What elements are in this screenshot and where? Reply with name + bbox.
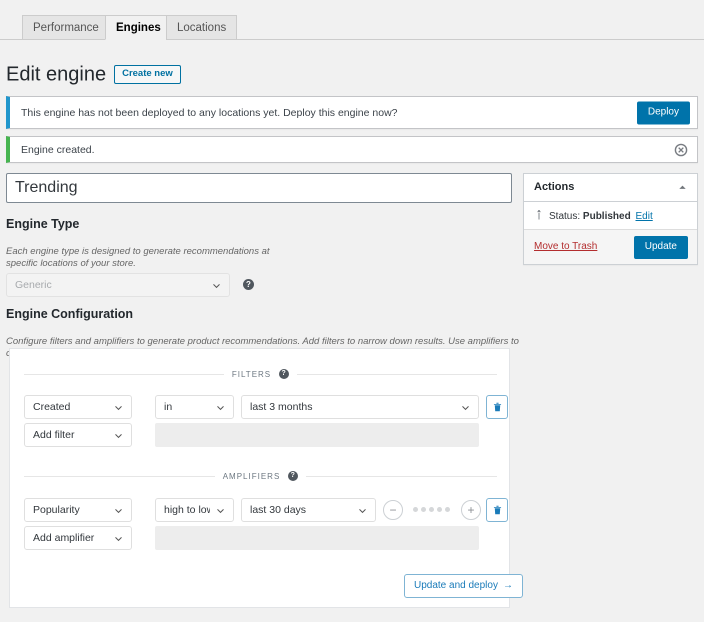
add-amplifier-row: Add amplifier (24, 526, 497, 550)
chevron-down-icon (217, 405, 224, 410)
weight-dot (445, 507, 450, 512)
amplifier-field-value: Popularity (33, 504, 80, 516)
status-label: Status: (549, 211, 581, 222)
amplifiers-divider-label: AMPLIFIERS (222, 471, 281, 481)
weight-indicator (413, 507, 450, 512)
amplifier-direction-value: high to low (164, 504, 210, 516)
move-to-trash-link[interactable]: Move to Trash (534, 241, 597, 252)
filter-operator-value: in (164, 401, 173, 413)
weight-dot (437, 507, 442, 512)
chevron-down-icon (462, 405, 469, 410)
add-filter-placeholder (155, 423, 479, 447)
engine-type-description: Each engine type is designed to generate… (6, 245, 270, 269)
engine-type-select[interactable]: Generic (6, 273, 230, 297)
update-and-deploy-label: Update and deploy (414, 580, 498, 591)
amplifier-period-value: last 30 days (250, 504, 307, 516)
add-amplifier-placeholder (155, 526, 479, 550)
add-filter-row: Add filter (24, 423, 497, 447)
increase-weight-button[interactable]: + (461, 500, 481, 520)
chevron-down-icon (217, 508, 224, 513)
engine-configuration-heading: Engine Configuration (6, 307, 134, 321)
deploy-notice: This engine has not been deployed to any… (6, 96, 698, 129)
tab-locations[interactable]: Locations (166, 15, 238, 40)
actions-panel-body: Status: Published Edit (524, 202, 697, 229)
filter-operator-select[interactable]: in (155, 395, 234, 419)
page-title: Edit engine Create new (6, 62, 181, 87)
delete-amplifier-button[interactable] (486, 498, 508, 522)
status-edit-link[interactable]: Edit (636, 211, 653, 222)
filters-divider-label: FILTERS (231, 369, 272, 379)
add-amplifier-select[interactable]: Add amplifier (24, 526, 132, 550)
chevron-down-icon (115, 405, 122, 410)
amplifiers-divider: AMPLIFIERS ? (24, 471, 498, 481)
amplifiers-help-icon[interactable]: ? (288, 471, 299, 481)
filter-value-value: last 3 months (250, 401, 313, 413)
tab-performance[interactable]: Performance (22, 15, 110, 40)
deploy-button[interactable]: Deploy (636, 101, 690, 124)
engine-type-help-icon[interactable]: ? (243, 279, 254, 290)
add-filter-select[interactable]: Add filter (24, 423, 132, 447)
amplifier-direction-select[interactable]: high to low (155, 498, 234, 522)
status-row: Status: Published Edit (534, 209, 653, 222)
actions-panel-header: Actions (524, 174, 697, 202)
pin-icon (534, 209, 544, 221)
engine-title-input[interactable] (6, 173, 512, 203)
page-title-text: Edit engine (6, 63, 107, 86)
actions-panel: Actions Status: Published Edit Move to T… (523, 173, 698, 265)
amplifier-field-select[interactable]: Popularity (24, 498, 132, 522)
decrease-weight-button[interactable]: − (383, 500, 403, 520)
deploy-notice-text: This engine has not been deployed to any… (21, 106, 398, 119)
delete-filter-button[interactable] (486, 395, 508, 419)
filter-field-select[interactable]: Created (24, 395, 132, 419)
engine-editor-page: Performance Engines Locations Edit engin… (0, 0, 704, 622)
tab-bar: Performance Engines Locations (0, 15, 704, 40)
chevron-down-icon (115, 536, 122, 541)
create-new-button[interactable]: Create new (114, 65, 181, 85)
engine-created-text: Engine created. (21, 143, 95, 156)
chevron-down-icon (115, 433, 122, 438)
tab-engines[interactable]: Engines (105, 15, 172, 40)
trash-icon (493, 402, 501, 412)
filter-field-value: Created (33, 401, 71, 413)
chevron-down-icon (115, 508, 122, 513)
chevron-up-icon[interactable] (675, 174, 689, 201)
update-and-deploy-button[interactable]: Update and deploy → (404, 574, 523, 598)
actions-panel-title: Actions (534, 181, 575, 193)
engine-created-notice: Engine created. (6, 136, 698, 163)
add-filter-label: Add filter (33, 429, 75, 441)
amplifier-period-select[interactable]: last 30 days (241, 498, 376, 522)
engine-type-heading: Engine Type (6, 217, 80, 231)
amplifier-row: Popularity high to low last 30 days − + (24, 498, 508, 522)
dismiss-icon[interactable] (674, 143, 688, 157)
weight-dot (429, 507, 434, 512)
weight-dot (413, 507, 418, 512)
trash-icon (493, 505, 501, 515)
engine-type-select-value: Generic (15, 279, 52, 291)
filters-help-icon[interactable]: ? (279, 369, 290, 379)
filters-divider: FILTERS ? (24, 369, 497, 379)
add-amplifier-label: Add amplifier (33, 532, 95, 544)
engine-configuration-card: FILTERS ? Created in last 3 months Add f… (9, 348, 510, 608)
chevron-down-icon (359, 508, 366, 513)
arrow-right-icon: → (502, 580, 513, 591)
chevron-down-icon (213, 283, 220, 288)
filter-value-select[interactable]: last 3 months (241, 395, 479, 419)
actions-panel-footer: Move to Trash Update (524, 229, 697, 264)
filter-row: Created in last 3 months (24, 395, 508, 419)
status-value: Published (582, 211, 631, 222)
weight-dot (421, 507, 426, 512)
update-button[interactable]: Update (633, 236, 688, 259)
